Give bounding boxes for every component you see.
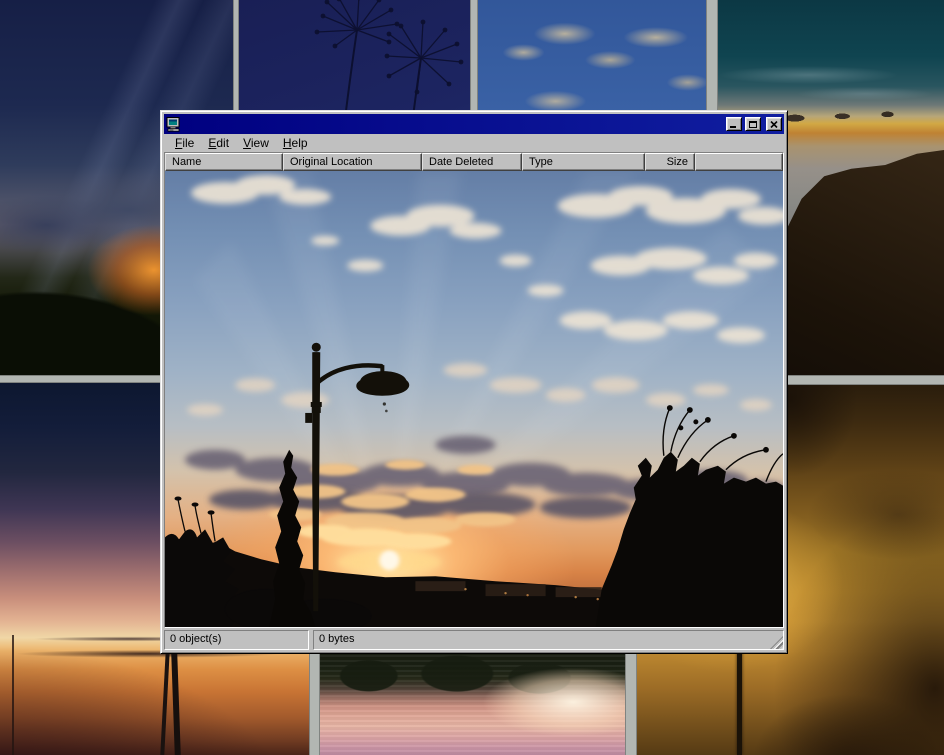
close-button[interactable] [766,117,782,131]
resize-grip[interactable] [770,636,783,649]
statusbar: 0 object(s) 0 bytes [164,630,784,650]
folder-view-sunset-wallpaper[interactable] [165,171,783,627]
maximize-icon [749,121,757,128]
column-header-type[interactable]: Type [522,153,645,171]
thumbnail-forest-reflection-water [320,645,625,755]
menu-file[interactable]: File [168,135,201,151]
menubar: File Edit View Help [164,134,784,152]
recycle-bin-window: File Edit View Help Name Original Locati… [160,110,788,654]
status-byte-count: 0 bytes [313,630,784,650]
computer-icon[interactable] [166,117,182,132]
menu-help[interactable]: Help [276,135,315,151]
column-header-original-location[interactable]: Original Location [283,153,422,171]
minimize-button[interactable] [726,117,742,131]
column-header-filler [695,153,783,171]
list-view-client: Name Original Location Date Deleted Type… [164,152,784,628]
column-header-row: Name Original Location Date Deleted Type… [165,153,783,171]
right-tree-group-silhouette [596,406,783,627]
column-header-date-deleted[interactable]: Date Deleted [422,153,522,171]
titlebar[interactable] [164,114,784,134]
maximize-button[interactable] [745,117,761,131]
menu-edit[interactable]: Edit [201,135,236,151]
sun [379,550,399,570]
water-pole [12,635,14,755]
close-icon [770,121,778,128]
column-header-name[interactable]: Name [165,153,283,171]
water-pole [160,651,169,755]
status-object-count: 0 object(s) [164,630,309,650]
water-pole [171,653,181,755]
minimize-icon [730,126,736,128]
column-header-size[interactable]: Size [645,153,695,171]
menu-view[interactable]: View [236,135,276,151]
